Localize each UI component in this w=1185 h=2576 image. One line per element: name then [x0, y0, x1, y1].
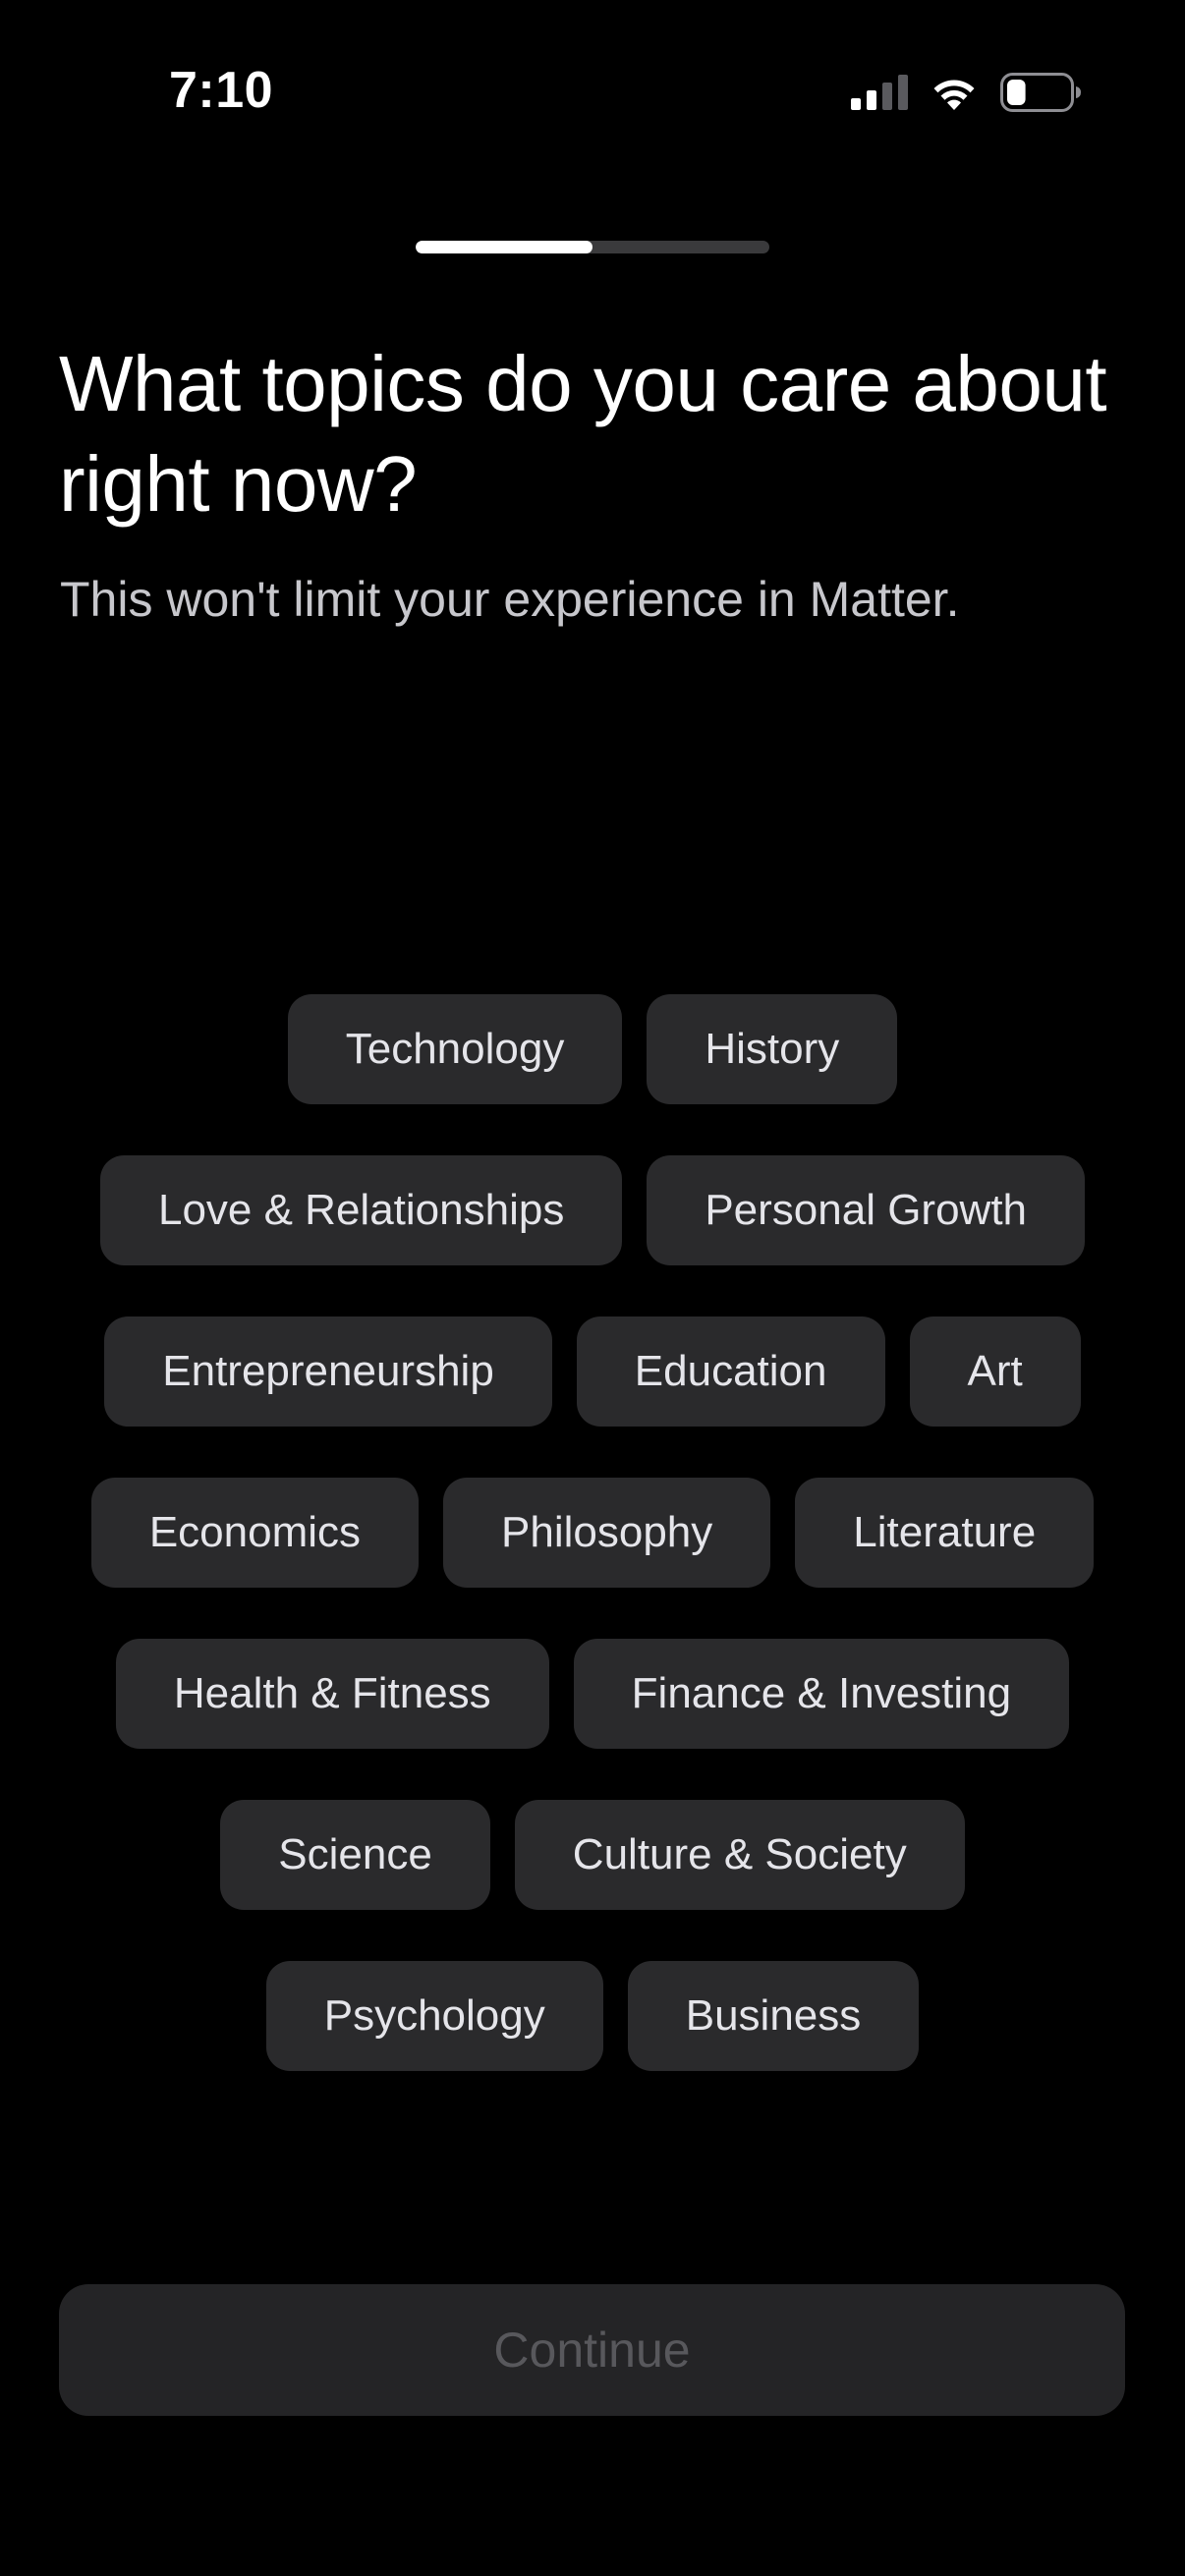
continue-button[interactable]: Continue [59, 2284, 1125, 2416]
status-icons [851, 73, 1081, 112]
topic-chip[interactable]: Literature [795, 1478, 1095, 1588]
topic-chip[interactable]: Psychology [265, 1961, 603, 2071]
topic-chip[interactable]: Philosophy [443, 1478, 771, 1588]
topic-chip[interactable]: Health & Fitness [115, 1639, 549, 1749]
topic-chip[interactable]: Economics [90, 1478, 420, 1588]
topic-chip[interactable]: Technology [287, 994, 623, 1104]
topic-chip[interactable]: Finance & Investing [573, 1639, 1070, 1749]
topic-chip[interactable]: Culture & Society [514, 1800, 965, 1910]
cellular-signal-icon [851, 75, 908, 110]
topic-chip[interactable]: Entrepreneurship [104, 1316, 552, 1427]
topic-chip[interactable]: Education [576, 1316, 885, 1427]
status-time: 7:10 [169, 62, 274, 119]
topic-chip[interactable]: Personal Growth [647, 1155, 1086, 1265]
progress-fill [416, 241, 592, 253]
topic-chips: Technology History Love & Relationships … [39, 994, 1146, 2071]
page-subtitle: This won't limit your experience in Matt… [60, 572, 960, 627]
topic-chip[interactable]: Business [627, 1961, 920, 2071]
topic-chip[interactable]: History [647, 994, 898, 1104]
page-title: What topics do you care about right now? [59, 340, 1107, 528]
battery-icon [1000, 73, 1081, 112]
status-bar: 7:10 [0, 0, 1185, 138]
wifi-icon [933, 80, 975, 110]
topic-chip[interactable]: Love & Relationships [99, 1155, 623, 1265]
onboarding-progress-bar [416, 241, 769, 253]
topic-chip[interactable]: Art [909, 1316, 1081, 1427]
topic-chip[interactable]: Science [220, 1800, 490, 1910]
